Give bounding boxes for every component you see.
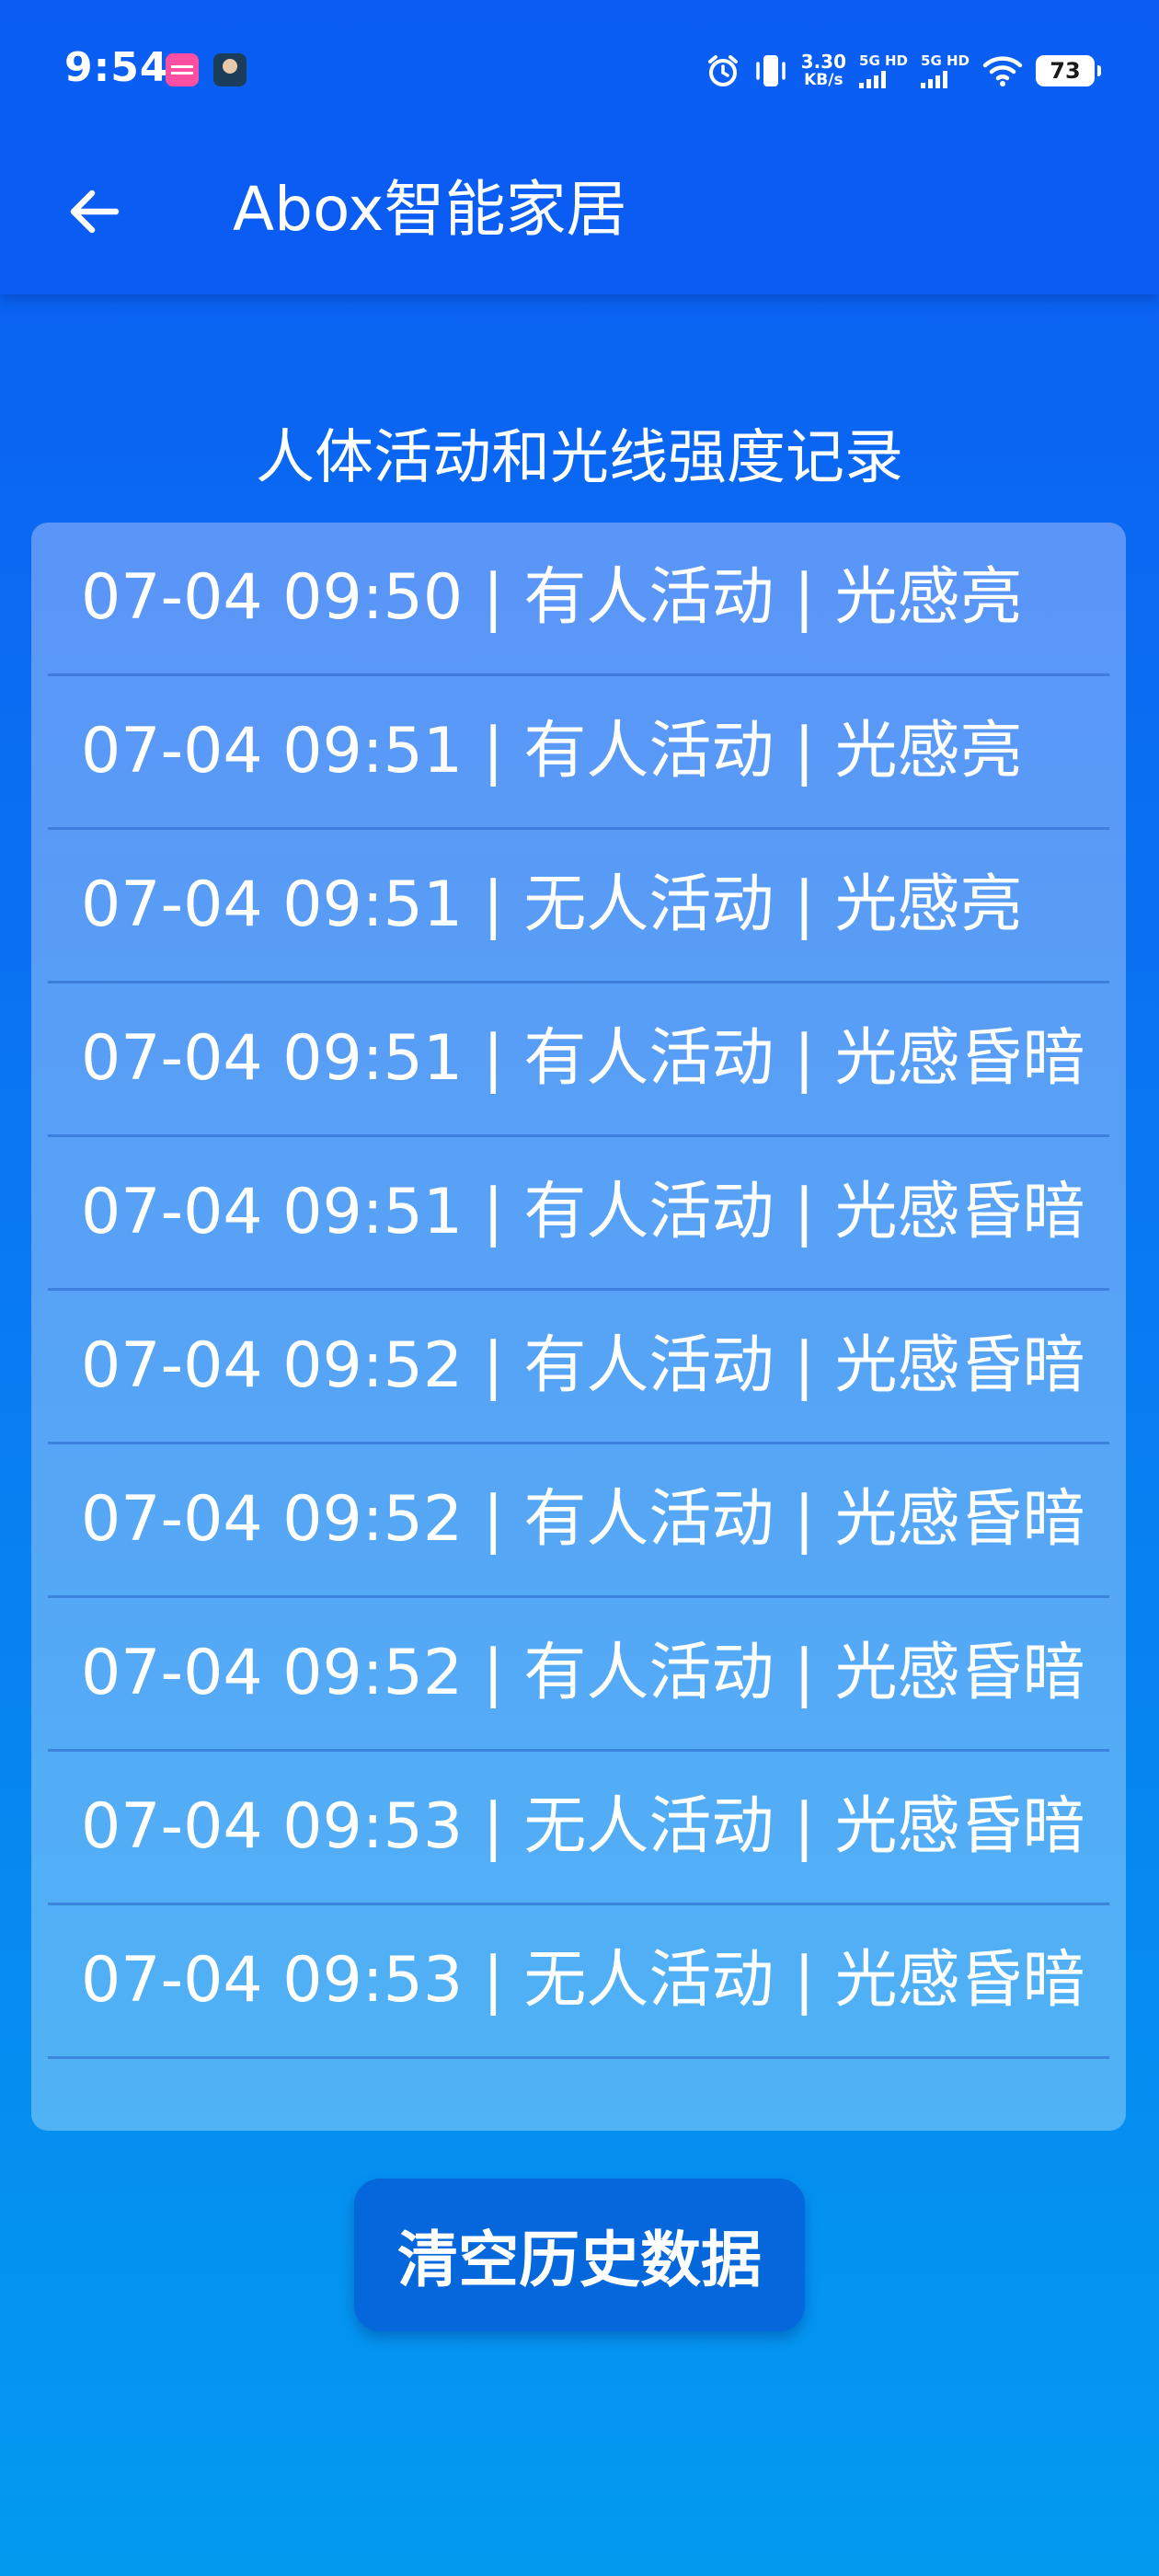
record-row: 07-04 09:53 | 无人活动 | 光感昏暗 — [48, 1905, 1109, 2059]
app-bar: Abox智能家居 — [0, 138, 1159, 294]
status-bar: 9:54 3.30 KB/s 5G HD 5G HD 73 — [0, 0, 1159, 138]
battery-icon: 73 — [1036, 55, 1101, 86]
record-row: 07-04 09:52 | 有人活动 | 光感昏暗 — [48, 1291, 1109, 1444]
network-speed-unit: KB/s — [804, 71, 843, 89]
record-row: 07-04 09:51 | 有人活动 | 光感昏暗 — [48, 983, 1109, 1137]
record-row: 07-04 09:50 | 有人活动 | 光感亮 — [48, 523, 1109, 676]
sim2-label: 5G HD — [921, 52, 970, 69]
wifi-icon — [982, 54, 1023, 87]
app-notification-icon — [166, 53, 199, 86]
sim1-label: 5G HD — [859, 52, 909, 69]
record-row: 07-04 09:51 | 有人活动 | 光感昏暗 — [48, 1137, 1109, 1291]
avatar-notification-icon — [213, 53, 247, 86]
clear-history-button[interactable]: 清空历史数据 — [354, 2179, 805, 2331]
network-speed-value: 3.30 — [800, 51, 847, 73]
vibrate-icon — [753, 52, 788, 89]
signal-bars-icon — [859, 70, 887, 88]
sim2-signal: 5G HD — [921, 53, 970, 88]
record-row: 07-04 09:51 | 有人活动 | 光感亮 — [48, 676, 1109, 830]
sim1-signal: 5G HD — [859, 53, 908, 88]
record-row: 07-04 09:52 | 有人活动 | 光感昏暗 — [48, 1444, 1109, 1598]
alarm-icon — [706, 53, 740, 88]
records-list[interactable]: 07-04 09:50 | 有人活动 | 光感亮 07-04 09:51 | 有… — [31, 523, 1126, 2131]
network-speed: 3.30 KB/s — [801, 52, 846, 89]
record-row: 07-04 09:51 | 无人活动 | 光感亮 — [48, 830, 1109, 983]
back-arrow-icon[interactable] — [57, 175, 131, 248]
status-indicators: 3.30 KB/s 5G HD 5G HD 73 — [706, 48, 1101, 94]
signal-bars-icon — [921, 70, 948, 88]
app-title: Abox智能家居 — [233, 174, 627, 245]
record-row: 07-04 09:52 | 有人活动 | 光感昏暗 — [48, 1598, 1109, 1752]
records-heading: 人体活动和光线强度记录 — [256, 424, 903, 492]
record-row: 07-04 09:53 | 无人活动 | 光感昏暗 — [48, 1752, 1109, 1905]
status-time: 9:54 — [64, 44, 169, 91]
